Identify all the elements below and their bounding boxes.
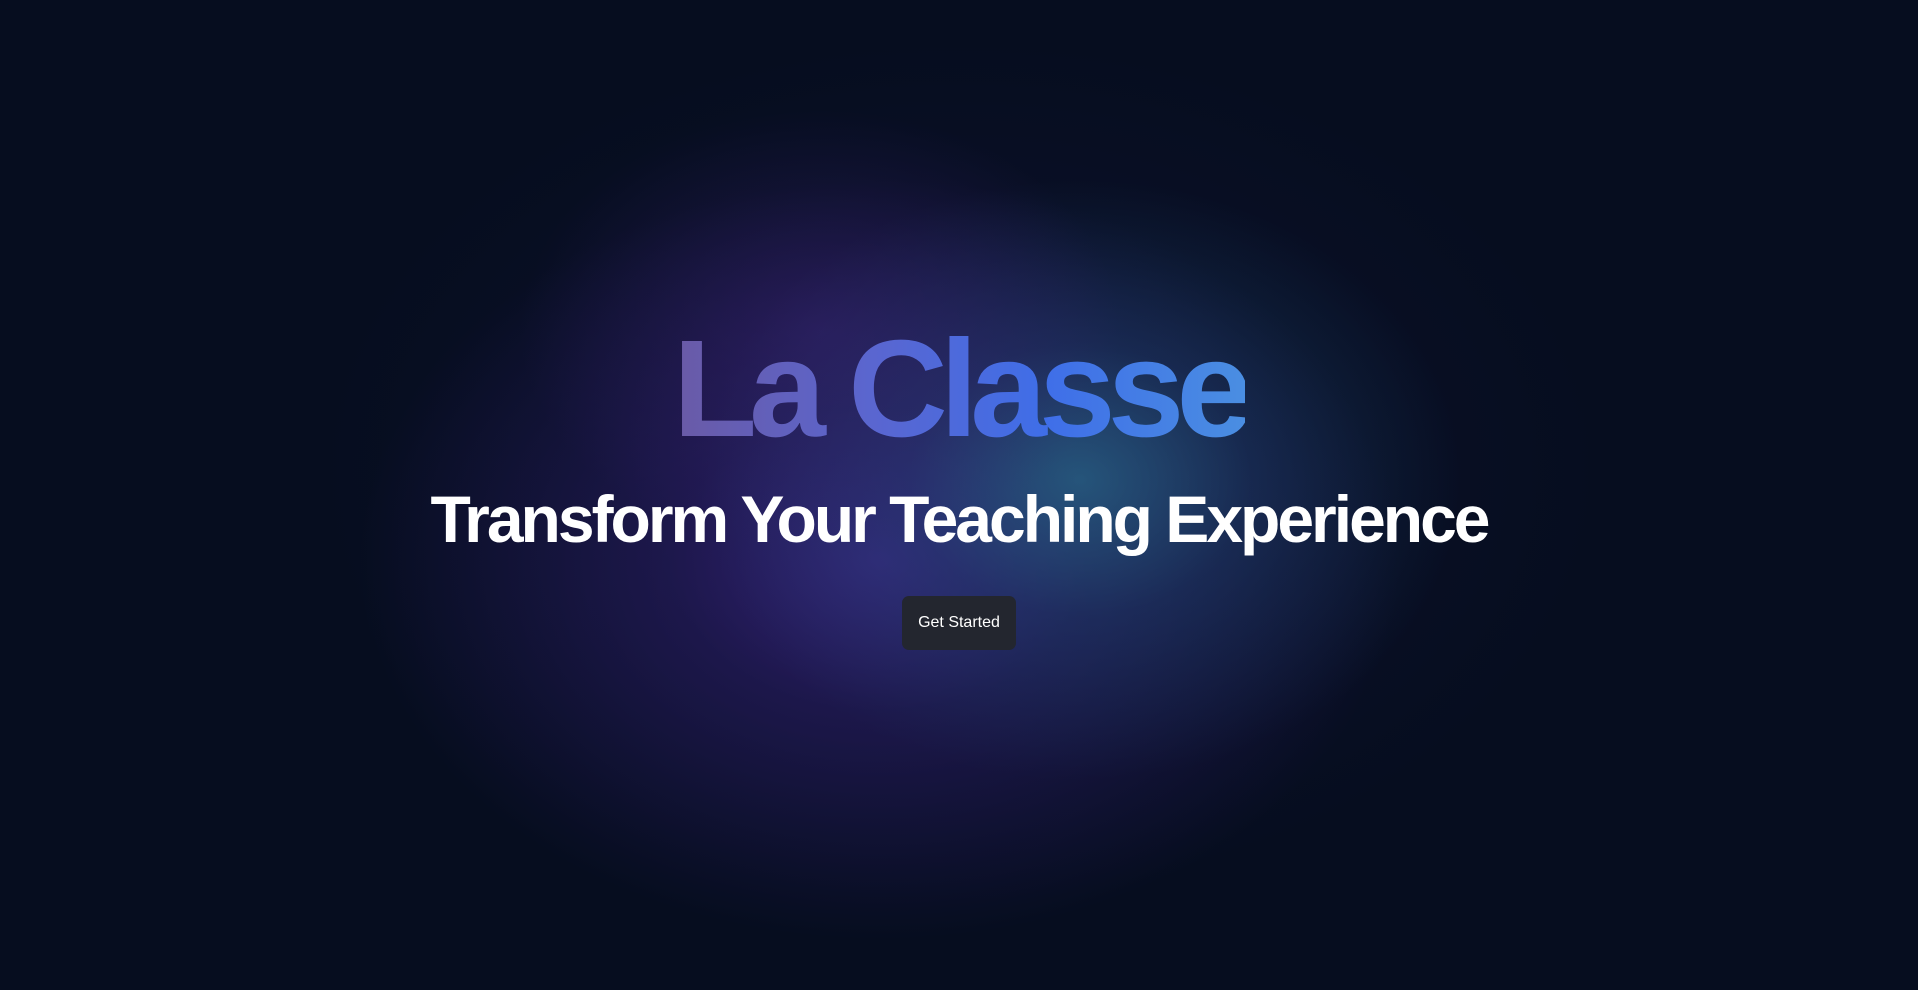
brand-title: La Classe — [672, 312, 1253, 466]
landing-page: La Classe Transform Your Teaching Experi… — [0, 0, 1918, 990]
get-started-button[interactable]: Get Started — [902, 596, 1016, 650]
hero-headline: Transform Your Teaching Experience — [430, 482, 1490, 556]
hero-section: La Classe Transform Your Teaching Experi… — [0, 0, 1918, 990]
